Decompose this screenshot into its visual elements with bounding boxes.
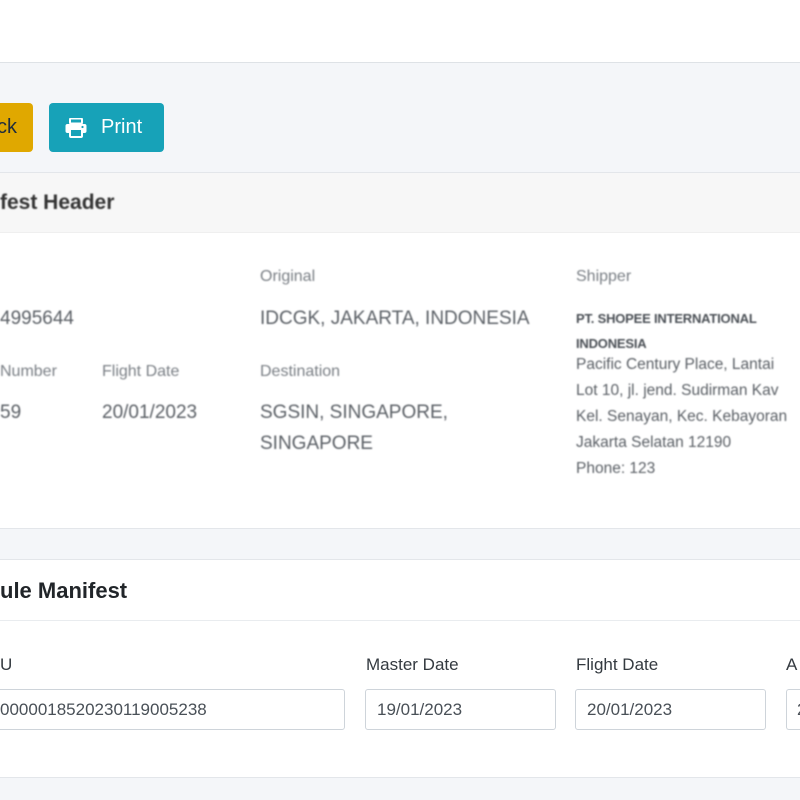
master-date-input[interactable]: 19/01/2023	[365, 689, 556, 730]
flight-date-label: Flight Date	[102, 363, 180, 380]
flight-date-value: 20/01/2023	[102, 402, 198, 423]
shipper-name: PT. SHOPEE INTERNATIONAL INDONESIA	[576, 306, 757, 356]
shipper-label: Shipper	[576, 268, 632, 285]
shipper-name-line-2: INDONESIA	[576, 336, 647, 351]
shipper-name-line-1: PT. SHOPEE INTERNATIONAL	[576, 311, 757, 326]
manifest-header-title: fest Header	[0, 191, 115, 214]
extra-field-label: A	[786, 655, 798, 674]
printer-icon	[65, 117, 87, 138]
flight-date-input[interactable]: 20/01/2023	[575, 689, 766, 730]
flight-number-label: Number	[0, 363, 57, 380]
flight-date-field-label: Flight Date	[576, 655, 659, 674]
original-label: Original	[260, 268, 316, 285]
extra-input[interactable]: 2	[786, 689, 800, 730]
awb-value: 4995644	[0, 308, 74, 329]
shipper-address-line: Pacific Century Place, Lantai	[576, 356, 775, 373]
print-button[interactable]: Print	[49, 103, 164, 152]
manifest-header-card-header	[0, 173, 800, 233]
awb-field-label: U	[0, 655, 13, 674]
shipper-address-line: Kel. Senayan, Kec. Kebayoran	[576, 408, 788, 425]
destination-label: Destination	[260, 363, 341, 380]
shipper-phone: Phone: 123	[576, 460, 656, 477]
flight-number-value: 59	[0, 402, 22, 423]
back-button-label: ck	[0, 116, 17, 138]
master-date-label: Master Date	[366, 655, 459, 674]
destination-value-line-1: SGSIN, SINGAPORE,	[260, 402, 448, 423]
shipper-address-line: Jakarta Selatan 12190	[576, 434, 732, 451]
shipper-address-line: Lot 10, jl. jend. Sudirman Kav	[576, 382, 779, 399]
destination-value-line-2: SINGAPORE	[260, 433, 373, 454]
card-divider	[0, 620, 800, 621]
single-manifest-title: ule Manifest	[0, 578, 128, 603]
top-navbar	[0, 0, 800, 63]
awb-input[interactable]: 00000185202301190052​38	[0, 689, 345, 730]
back-button[interactable]: ck	[0, 103, 33, 152]
original-value: IDCGK, JAKARTA, INDONESIA	[260, 308, 530, 329]
print-button-label: Print	[101, 116, 143, 138]
